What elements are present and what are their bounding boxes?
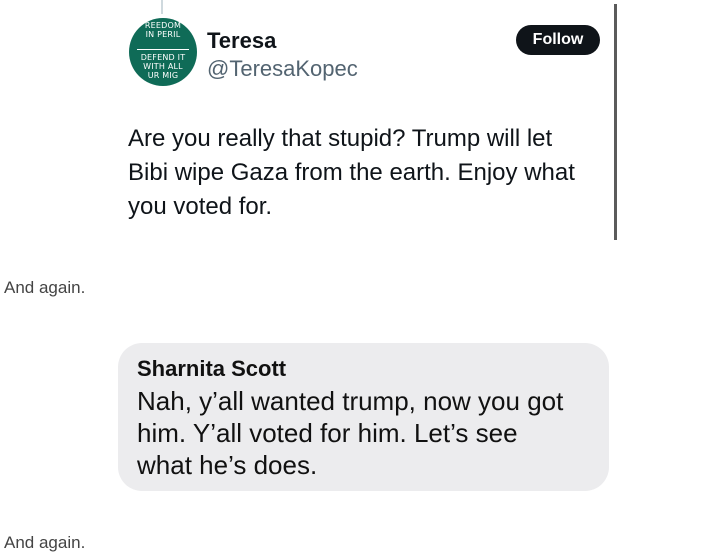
avatar-divider: [137, 49, 189, 50]
tweet-text-line: Bibi wipe Gaza from the earth. Enjoy wha…: [128, 159, 575, 186]
user-handle[interactable]: @TeresaKopec: [207, 56, 358, 82]
avatar-text-line: REEDOM: [144, 21, 182, 30]
caption: And again.: [4, 533, 86, 552]
thread-connector: [161, 0, 163, 14]
avatar-badge-bottom: DEFEND IT WITH ALL UR MIG: [129, 53, 197, 80]
follow-button[interactable]: Follow: [516, 25, 600, 55]
tweet-text: Are you really that stupid? Trump will l…: [128, 122, 612, 224]
tweet-card: REEDOM IN PERIL DEFEND IT WITH ALL UR MI…: [118, 0, 618, 240]
avatar-badge-top: REEDOM IN PERIL: [129, 21, 197, 39]
caption: And again.: [4, 278, 86, 297]
display-name[interactable]: Teresa: [207, 28, 276, 54]
avatar-text-line: WITH ALL: [143, 62, 183, 71]
avatar-text-line: IN PERIL: [145, 30, 181, 39]
message-bubble: Sharnita Scott Nah, y’all wanted trump, …: [118, 343, 609, 491]
avatar[interactable]: REEDOM IN PERIL DEFEND IT WITH ALL UR MI…: [129, 18, 197, 86]
card-edge-divider: [614, 4, 617, 240]
message-text-line: Nah, y’all wanted trump, now you got: [137, 386, 564, 416]
avatar-text-line: UR MIG: [147, 71, 179, 80]
tweet-text-line: Are you really that stupid? Trump will l…: [128, 125, 553, 152]
avatar-text-line: DEFEND IT: [140, 53, 186, 62]
message-text: Nah, y’all wanted trump, now you got him…: [137, 385, 597, 481]
message-sender: Sharnita Scott: [137, 356, 287, 381]
message-text-line: what he’s does.: [137, 450, 318, 480]
message-text-line: him. Y’all voted for him. Let’s see: [137, 418, 518, 448]
tweet-text-line: you voted for.: [128, 193, 273, 220]
